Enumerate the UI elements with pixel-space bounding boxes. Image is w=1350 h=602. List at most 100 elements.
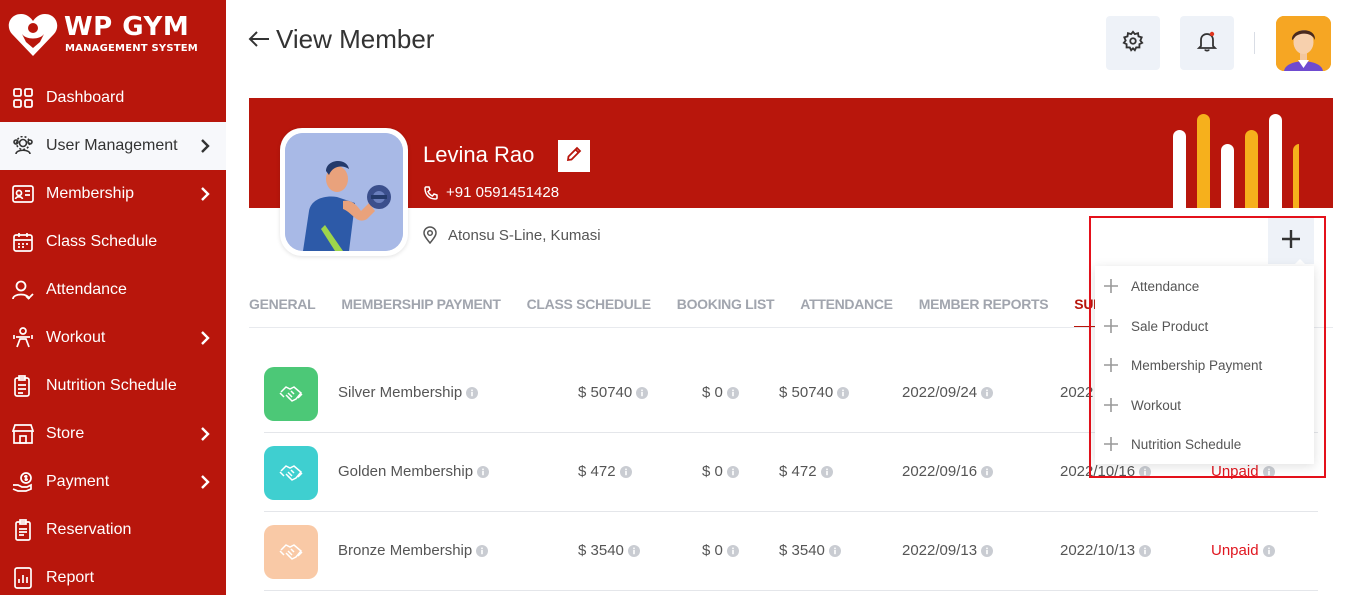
cell-amount: $ 50740 (578, 384, 649, 401)
sidebar-item-payment[interactable]: Payment (0, 458, 226, 506)
cell-plan: Bronze Membership (338, 542, 489, 559)
plus-icon (1103, 358, 1119, 372)
cell-paid: $ 0 (702, 463, 739, 480)
add-button[interactable] (1268, 218, 1314, 264)
page-title-bar: View Member (248, 24, 434, 55)
chevron-right-icon (200, 138, 210, 157)
avatar[interactable] (1276, 16, 1331, 71)
profile-banner (249, 98, 1333, 208)
sidebar-item-class-schedule[interactable]: Class Schedule (0, 218, 226, 266)
sidebar-item-dashboard[interactable]: Dashboard (0, 74, 226, 122)
payment-icon (12, 471, 34, 493)
info-icon[interactable] (837, 386, 850, 399)
cell-end: 2022/10/13 (1060, 542, 1152, 559)
settings-button[interactable] (1106, 16, 1160, 70)
chevron-right-icon (200, 330, 210, 349)
cell-paid: $ 0 (702, 542, 739, 559)
cell-plan: Silver Membership (338, 384, 479, 401)
start-value: 2022/09/16 (902, 463, 978, 480)
add-menu-item-sale-product[interactable]: Sale Product (1103, 316, 1208, 336)
info-icon[interactable] (981, 386, 994, 399)
workout-icon (12, 327, 34, 349)
sidebar-item-workout[interactable]: Workout (0, 314, 226, 362)
info-icon[interactable] (1262, 544, 1275, 557)
sidebar-item-label: Dashboard (46, 89, 125, 106)
info-icon[interactable] (828, 544, 841, 557)
info-icon[interactable] (726, 386, 739, 399)
membership-handshake-icon (264, 525, 318, 579)
sidebar-item-membership[interactable]: Membership (0, 170, 226, 218)
member-phone-row: +91 0591451428 (424, 184, 559, 201)
due-value: $ 472 (779, 463, 817, 480)
sidebar-item-user-management[interactable]: User Management (0, 122, 226, 170)
info-icon[interactable] (636, 386, 649, 399)
page-title: View Member (276, 24, 435, 54)
add-menu-item-nutrition-schedule[interactable]: Nutrition Schedule (1103, 434, 1241, 454)
add-menu-item-membership-payment[interactable]: Membership Payment (1103, 355, 1262, 375)
user-check-icon (12, 279, 34, 301)
back-arrow-icon[interactable] (248, 24, 270, 55)
tab-booking-list[interactable]: BOOKING LIST (677, 296, 775, 328)
cell-status: Unpaid (1211, 542, 1275, 559)
info-icon[interactable] (619, 465, 632, 478)
tab-member-reports[interactable]: MEMBER REPORTS (919, 296, 1049, 328)
info-icon[interactable] (726, 465, 739, 478)
chevron-right-icon (200, 474, 210, 493)
cell-due: $ 50740 (779, 384, 850, 401)
tab-attendance[interactable]: ATTENDANCE (800, 296, 893, 328)
member-tabs: GENERAL MEMBERSHIP PAYMENT CLASS SCHEDUL… (249, 296, 1170, 328)
edit-member-button[interactable] (558, 140, 590, 172)
sidebar-item-store[interactable]: Store (0, 410, 226, 458)
member-phone: +91 0591451428 (446, 184, 560, 201)
due-value: $ 50740 (779, 384, 834, 401)
sidebar-item-reservation[interactable]: Reservation (0, 506, 226, 554)
phone-icon (424, 185, 438, 200)
info-icon[interactable] (981, 544, 994, 557)
chevron-right-icon (200, 426, 210, 445)
brand-name: WP GYM (64, 12, 190, 42)
info-icon[interactable] (726, 544, 739, 557)
sidebar-item-label: Reservation (46, 521, 132, 538)
info-icon[interactable] (466, 386, 479, 399)
info-icon[interactable] (981, 465, 994, 478)
member-address: Atonsu S-Line, Kumasi (448, 226, 601, 244)
membership-handshake-icon (264, 367, 318, 421)
table-row: Bronze Membership $ 3540 $ 0 $ 3540 2022/09/… (264, 512, 1318, 591)
membership-card-icon (12, 183, 34, 205)
sidebar-item-attendance[interactable]: Attendance (0, 266, 226, 314)
amount-value: $ 50740 (578, 384, 633, 401)
users-gear-icon (12, 135, 34, 157)
sidebar-nav: Dashboard User Management Membership Cla… (0, 74, 226, 602)
plan-value: Bronze Membership (338, 542, 473, 559)
add-menu-item-workout[interactable]: Workout (1103, 395, 1181, 415)
sidebar-item-nutrition-schedule[interactable]: Nutrition Schedule (0, 362, 226, 410)
plan-value: Silver Membership (338, 384, 463, 401)
plus-icon (1103, 279, 1119, 293)
brand-heart-icon (8, 14, 58, 56)
info-icon[interactable] (820, 465, 833, 478)
brand-logo[interactable]: WP GYM MANAGEMENT SYSTEM (8, 12, 218, 60)
add-menu-item-attendance[interactable]: Attendance (1103, 276, 1199, 296)
calendar-icon (12, 231, 34, 253)
sidebar-item-label: Payment (46, 473, 110, 490)
sidebar-item-label: Nutrition Schedule (46, 377, 177, 394)
amount-value: $ 3540 (578, 542, 624, 559)
notifications-button[interactable] (1180, 16, 1234, 70)
info-icon[interactable] (476, 544, 489, 557)
start-value: 2022/09/13 (902, 542, 978, 559)
nutrition-icon (12, 375, 34, 397)
tab-general[interactable]: GENERAL (249, 296, 316, 328)
sidebar-item-label: Store (46, 425, 85, 442)
plan-value: Golden Membership (338, 463, 474, 480)
bell-icon (1196, 30, 1218, 56)
reservation-icon (12, 519, 34, 541)
tab-class-schedule[interactable]: CLASS SCHEDULE (527, 296, 651, 328)
add-menu-item-label: Workout (1131, 397, 1182, 413)
add-menu-item-label: Membership Payment (1131, 357, 1263, 373)
tab-membership-payment[interactable]: MEMBERSHIP PAYMENT (341, 296, 501, 328)
info-icon[interactable] (477, 465, 490, 478)
info-icon[interactable] (1139, 544, 1152, 557)
info-icon[interactable] (627, 544, 640, 557)
cell-amount: $ 472 (578, 463, 632, 480)
paid-value: $ 0 (702, 542, 723, 559)
